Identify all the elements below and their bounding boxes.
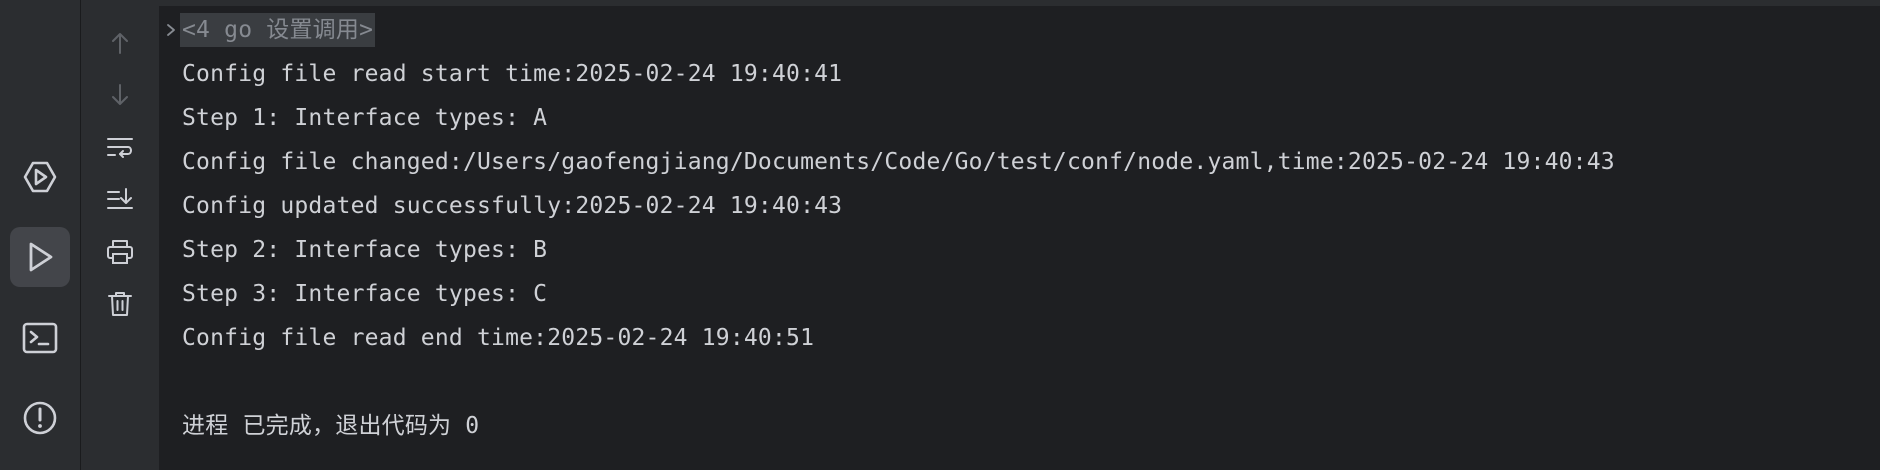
console-output[interactable]: <4 go 设置调用> Config file read start time:… [159, 6, 1880, 470]
run-icon [29, 242, 53, 272]
problems-button[interactable] [10, 388, 70, 448]
console-line: Step 3: Interface types: C [182, 281, 548, 307]
run-button[interactable] [10, 227, 70, 287]
console-line: Config file changed:/Users/gaofengjiang/… [182, 149, 1615, 175]
trash-icon [108, 292, 132, 316]
services-icon [23, 161, 57, 193]
console-header[interactable]: <4 go 设置调用> [180, 13, 376, 47]
arrow-down-icon [112, 84, 128, 105]
services-button[interactable] [10, 147, 70, 207]
print-button[interactable] [100, 232, 140, 272]
next-occurrence-button[interactable] [100, 75, 140, 115]
console-line: Step 1: Interface types: A [182, 105, 548, 131]
soft-wrap-icon [107, 138, 133, 158]
arrow-up-icon [112, 33, 128, 54]
console-line: Config file read start time:2025-02-24 1… [182, 61, 843, 87]
previous-occurrence-button[interactable] [100, 23, 140, 63]
run-tool-window: <4 go 设置调用> Config file read start time:… [0, 0, 1880, 470]
console-line: Config file read end time:2025-02-24 19:… [182, 325, 815, 351]
console-line: Step 2: Interface types: B [182, 237, 548, 263]
soft-wrap-button[interactable] [100, 127, 140, 167]
chevron-right-icon[interactable] [163, 20, 179, 40]
tool-window-strip [0, 0, 81, 470]
print-icon [107, 240, 133, 264]
scroll-to-end-button[interactable] [100, 179, 140, 219]
clear-all-button[interactable] [100, 284, 140, 324]
process-exit-message: 进程 已完成，退出代码为 0 [182, 413, 480, 439]
scroll-to-end-icon [107, 188, 133, 209]
terminal-icon [22, 322, 58, 354]
problems-icon [23, 401, 57, 435]
terminal-button[interactable] [10, 308, 70, 368]
console-line: Config updated successfully:2025-02-24 1… [182, 193, 843, 219]
console-toolbar [81, 6, 159, 470]
